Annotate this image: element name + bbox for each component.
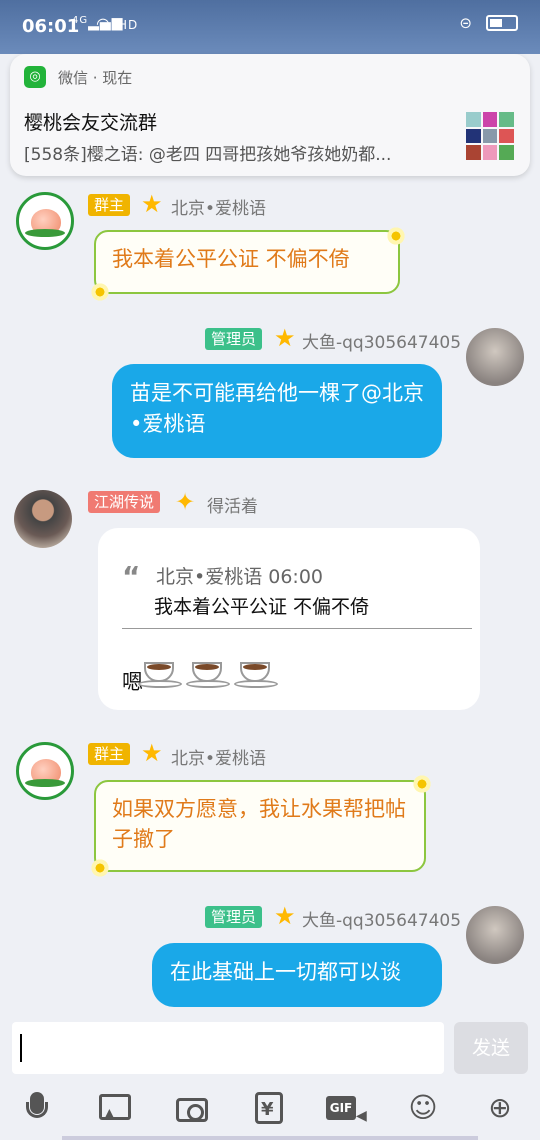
image-icon[interactable]: ▲ — [97, 1090, 133, 1126]
lock-icon: ⊝ — [459, 14, 472, 32]
sender-name: 得活着 — [207, 497, 258, 517]
avatar[interactable] — [14, 490, 72, 548]
plus-icon[interactable]: ⊕ — [482, 1090, 518, 1126]
avatar[interactable] — [16, 192, 74, 250]
quote-divider — [122, 628, 472, 629]
flower-decoration-icon — [90, 858, 110, 878]
flower-decoration-icon — [386, 226, 406, 246]
flower-decoration-icon — [90, 282, 110, 302]
message-bubble[interactable]: 在此基础上一切都可以谈 — [152, 943, 442, 1007]
avatar[interactable] — [466, 328, 524, 386]
clock: 06:01 — [22, 16, 80, 37]
text-caret — [20, 1034, 22, 1062]
star-icon: ★ — [274, 902, 296, 930]
message-text: 在此基础上一切都可以谈 — [170, 960, 401, 984]
toolbar: ▲ ¥ GIF ◀ ☺ ⊕ — [0, 1090, 540, 1130]
camera-icon[interactable] — [174, 1090, 210, 1126]
message-bubble[interactable]: 我本着公平公证 不偏不倚 — [94, 230, 400, 294]
star-icon: ★ — [274, 324, 296, 352]
notification-body: [558条]樱之语: @老四 四哥把孩她爷孩她奶都... — [24, 145, 392, 165]
emoji-icon[interactable]: ☺ — [405, 1090, 441, 1126]
notification-app-name: 微信 · 现在 — [58, 69, 133, 87]
coffee-emoji-icon — [234, 654, 278, 688]
message-text: 我本着公平公证 不偏不倚 — [112, 247, 350, 271]
flower-decoration-icon — [412, 774, 432, 794]
network-type: 4G — [72, 15, 89, 26]
star-icon: ✦ — [175, 488, 196, 516]
quote-meta: 北京•爱桃语 06:00 — [156, 566, 324, 588]
status-bar: 06:01 4G▂▄▆ ◠ HD ⊝ — [0, 0, 540, 54]
message-bubble[interactable]: “ 北京•爱桃语 06:00 我本着公平公证 不偏不倚 嗯 — [98, 528, 480, 710]
role-badge: 群主 — [88, 194, 131, 216]
battery-icon — [486, 15, 518, 31]
status-right: ⊝ — [459, 14, 518, 32]
star-icon: ★ — [141, 739, 163, 767]
red-packet-icon[interactable]: ¥ — [251, 1090, 287, 1126]
coffee-emoji-icon — [138, 654, 182, 688]
message-bubble[interactable]: 如果双方愿意，我让水果帮把帖子撤了 — [94, 780, 426, 872]
coffee-emoji-icon — [186, 654, 230, 688]
sender-name: 北京•爱桃语 — [171, 749, 267, 769]
role-badge: 管理员 — [205, 906, 263, 928]
home-indicator — [62, 1136, 478, 1140]
microphone-icon[interactable] — [20, 1090, 56, 1126]
message-input[interactable] — [12, 1022, 444, 1074]
wechat-icon: ◎ — [24, 66, 46, 88]
message-text: 如果双方愿意，我让水果帮把帖子撤了 — [112, 797, 406, 851]
avatar[interactable] — [16, 742, 74, 800]
notification-card[interactable]: ◎ 微信 · 现在 樱桃会友交流群 [558条]樱之语: @老四 四哥把孩她爷孩… — [10, 54, 530, 176]
quote-text: 我本着公平公证 不偏不倚 — [154, 596, 370, 618]
star-icon: ★ — [141, 190, 163, 218]
message-bubble[interactable]: 苗是不可能再给他一棵了@北京•爱桃语 — [112, 364, 442, 458]
hd-label: HD — [118, 18, 139, 32]
role-badge: 江湖传说 — [88, 491, 161, 513]
sender-name: 大鱼-qq305647405 — [302, 911, 462, 931]
notification-title: 樱桃会友交流群 — [24, 112, 158, 134]
gif-label: GIF — [326, 1096, 356, 1120]
input-bar: 发送 ▲ ¥ GIF ◀ ☺ ⊕ — [0, 1016, 540, 1140]
send-button[interactable]: 发送 — [454, 1022, 528, 1074]
message-text: 苗是不可能再给他一棵了@北京•爱桃语 — [130, 381, 424, 436]
wifi-icon: ◠ — [96, 14, 111, 33]
gif-icon[interactable]: GIF ◀ — [326, 1090, 367, 1126]
group-avatar-thumbnail — [466, 112, 514, 160]
role-badge: 群主 — [88, 743, 131, 765]
quote-icon: “ — [122, 560, 141, 593]
red-packet-symbol: ¥ — [261, 1099, 274, 1120]
role-badge: 管理员 — [205, 328, 263, 350]
sender-name: 北京•爱桃语 — [171, 199, 267, 219]
avatar[interactable] — [466, 906, 524, 964]
sender-name: 大鱼-qq305647405 — [302, 333, 462, 353]
